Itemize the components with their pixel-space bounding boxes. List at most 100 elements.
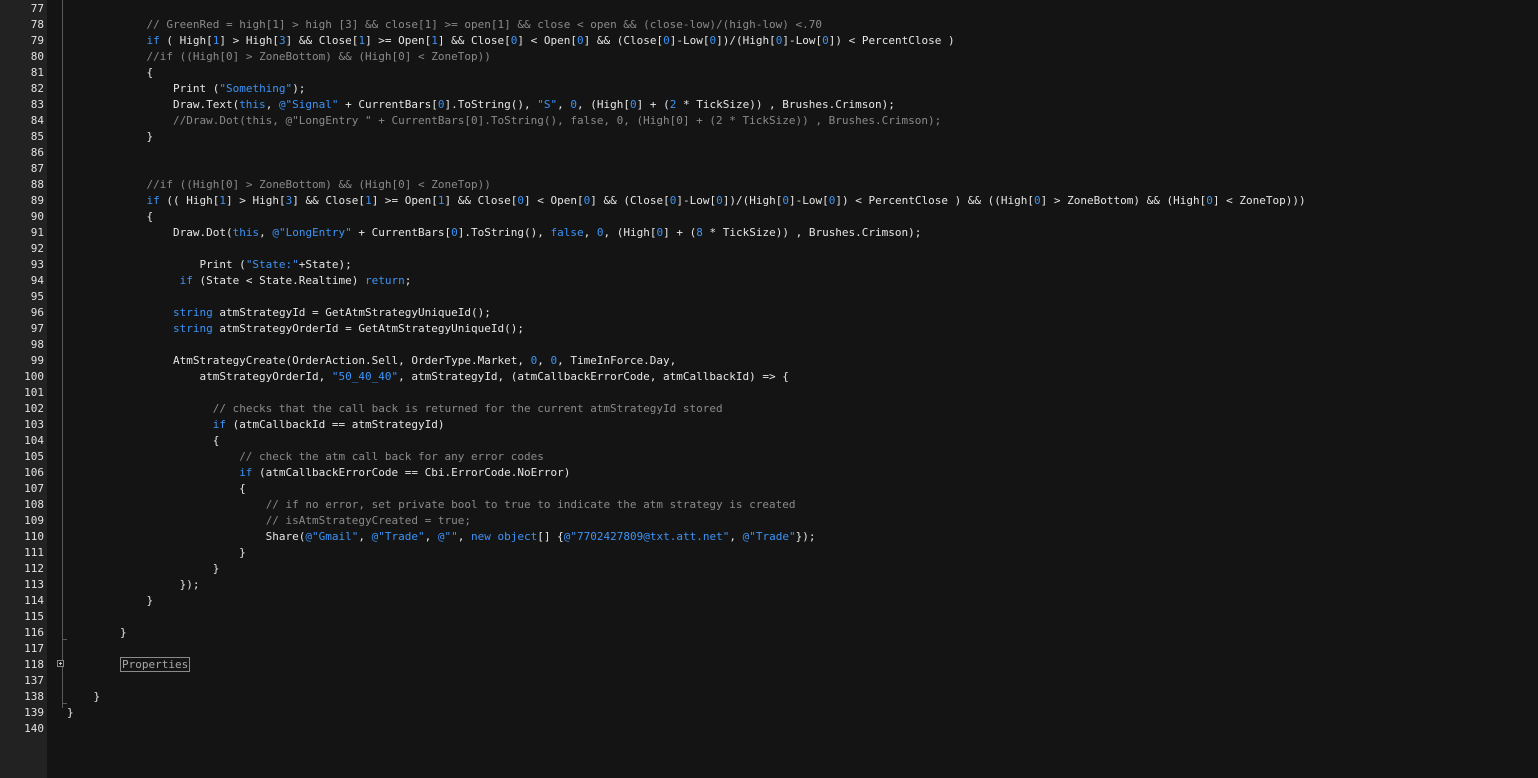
code-line[interactable]: 109 // isAtmStrategyCreated = true; xyxy=(0,513,1538,529)
code-text[interactable]: // checks that the call back is returned… xyxy=(67,401,723,417)
code-line[interactable]: 77 xyxy=(0,1,1538,17)
code-token: string xyxy=(172,306,213,319)
code-line[interactable]: 86 xyxy=(0,145,1538,161)
code-line[interactable]: 98 xyxy=(0,337,1538,353)
code-line[interactable]: 112 } xyxy=(0,561,1538,577)
code-line[interactable]: 90 { xyxy=(0,209,1538,225)
line-number: 140 xyxy=(24,722,44,735)
code-line[interactable]: 114 } xyxy=(0,593,1538,609)
code-line[interactable]: 89 if (( High[1] > High[3] && Close[1] >… xyxy=(0,193,1538,209)
code-line[interactable]: 140 xyxy=(0,721,1538,737)
code-line[interactable]: 117 xyxy=(0,641,1538,657)
code-line[interactable]: 84 //Draw.Dot(this, @"LongEntry " + Curr… xyxy=(0,113,1538,129)
code-text[interactable]: // check the atm call back for any error… xyxy=(67,449,544,465)
code-text[interactable]: if (State < State.Realtime) return; xyxy=(67,273,412,289)
code-text[interactable]: } xyxy=(67,593,153,609)
code-line[interactable]: 138 } xyxy=(0,689,1538,705)
code-text[interactable]: // if no error, set private bool to true… xyxy=(67,497,796,513)
code-token: , xyxy=(424,530,438,543)
code-line[interactable]: 139} xyxy=(0,705,1538,721)
code-text[interactable]: } xyxy=(67,545,246,561)
code-token: , (High[ xyxy=(603,226,657,239)
code-line[interactable]: 137 xyxy=(0,673,1538,689)
code-text[interactable]: } xyxy=(67,129,153,145)
code-line[interactable]: 82 Print ("Something"); xyxy=(0,81,1538,97)
code-text[interactable]: atmStrategyOrderId, "50_40_40", atmStrat… xyxy=(67,369,788,385)
code-token: , xyxy=(265,98,279,111)
code-line[interactable]: 88 //if ((High[0] > ZoneBottom) && (High… xyxy=(0,177,1538,193)
code-text[interactable]: Draw.Dot(this, @"LongEntry" + CurrentBar… xyxy=(67,225,921,241)
code-line[interactable]: 113 }); xyxy=(0,577,1538,593)
code-text[interactable]: } xyxy=(67,705,74,721)
code-line[interactable]: 110 Share(@"Gmail", @"Trade", @"", new o… xyxy=(0,529,1538,545)
code-text[interactable]: AtmStrategyCreate(OrderAction.Sell, Orde… xyxy=(67,353,676,369)
code-text[interactable]: Print ("State:"+State); xyxy=(67,257,351,273)
code-line[interactable]: 116 } xyxy=(0,625,1538,641)
code-text[interactable]: if (atmCallbackId == atmStrategyId) xyxy=(67,417,445,433)
code-line[interactable]: 99 AtmStrategyCreate(OrderAction.Sell, O… xyxy=(0,353,1538,369)
code-line[interactable]: 87 xyxy=(0,161,1538,177)
code-text[interactable]: Print ("Something"); xyxy=(67,81,305,97)
collapsed-region-properties[interactable]: Properties xyxy=(119,657,191,672)
code-text[interactable]: }); xyxy=(67,577,200,593)
code-token: ]) < PercentClose ) xyxy=(828,34,955,47)
code-line[interactable]: 108 // if no error, set private bool to … xyxy=(0,497,1538,513)
code-line[interactable]: 91 Draw.Dot(this, @"LongEntry" + Current… xyxy=(0,225,1538,241)
code-line[interactable]: 104 { xyxy=(0,433,1538,449)
code-line[interactable]: 111 } xyxy=(0,545,1538,561)
code-text[interactable]: if (( High[1] > High[3] && Close[1] >= O… xyxy=(67,193,1305,209)
code-line[interactable]: 79 if ( High[1] > High[3] && Close[1] >=… xyxy=(0,33,1538,49)
code-line[interactable]: 107 { xyxy=(0,481,1538,497)
code-line[interactable]: 118 Properties xyxy=(0,657,1538,673)
code-line[interactable]: 106 if (atmCallbackErrorCode == Cbi.Erro… xyxy=(0,465,1538,481)
code-text[interactable]: } xyxy=(67,689,100,705)
code-text[interactable]: } xyxy=(67,561,220,577)
code-text[interactable]: if (atmCallbackErrorCode == Cbi.ErrorCod… xyxy=(67,465,570,481)
code-text[interactable]: if ( High[1] > High[3] && Close[1] >= Op… xyxy=(67,33,955,49)
code-text[interactable]: //if ((High[0] > ZoneBottom) && (High[0]… xyxy=(67,49,490,65)
code-text[interactable]: Share(@"Gmail", @"Trade", @"", new objec… xyxy=(67,529,816,545)
code-token: + CurrentBars[ xyxy=(351,226,452,239)
code-line[interactable]: 102 // checks that the call back is retu… xyxy=(0,401,1538,417)
code-line[interactable]: 85 } xyxy=(0,129,1538,145)
code-line[interactable]: 78 // GreenRed = high[1] > high [3] && c… xyxy=(0,17,1538,33)
code-text[interactable]: { xyxy=(67,65,153,81)
code-text[interactable]: string atmStrategyOrderId = GetAtmStrate… xyxy=(67,321,524,337)
code-line[interactable]: 95 xyxy=(0,289,1538,305)
code-line[interactable]: 101 xyxy=(0,385,1538,401)
code-line[interactable]: 83 Draw.Text(this, @"Signal" + CurrentBa… xyxy=(0,97,1538,113)
code-line[interactable]: 96 string atmStrategyId = GetAtmStrategy… xyxy=(0,305,1538,321)
code-line[interactable]: 80 //if ((High[0] > ZoneBottom) && (High… xyxy=(0,49,1538,65)
code-line[interactable]: 92 xyxy=(0,241,1538,257)
code-text[interactable]: //Draw.Dot(this, @"LongEntry " + Current… xyxy=(67,113,941,129)
line-number: 106 xyxy=(24,466,44,479)
code-line[interactable]: 81 { xyxy=(0,65,1538,81)
code-line[interactable]: 105 // check the atm call back for any e… xyxy=(0,449,1538,465)
code-text[interactable]: Properties xyxy=(67,657,191,673)
code-editor[interactable]: 77 78 // GreenRed = high[1] > high [3] &&… xyxy=(0,0,1538,778)
code-text[interactable]: } xyxy=(67,625,127,641)
code-token: , TimeInForce.Day, xyxy=(557,354,677,367)
code-token: , xyxy=(457,530,472,543)
code-token: atmStrategyOrderId, xyxy=(67,370,332,383)
code-line[interactable]: 115 xyxy=(0,609,1538,625)
code-text[interactable]: { xyxy=(67,481,246,497)
code-line[interactable]: 103 if (atmCallbackId == atmStrategyId) xyxy=(0,417,1538,433)
code-text[interactable]: // isAtmStrategyCreated = true; xyxy=(67,513,471,529)
code-line[interactable]: 94 if (State < State.Realtime) return; xyxy=(0,273,1538,289)
code-line[interactable]: 93 Print ("State:"+State); xyxy=(0,257,1538,273)
line-number: 138 xyxy=(24,690,44,703)
line-number: 90 xyxy=(30,210,44,223)
code-line[interactable]: 100 atmStrategyOrderId, "50_40_40", atmS… xyxy=(0,369,1538,385)
code-line[interactable]: 97 string atmStrategyOrderId = GetAtmStr… xyxy=(0,321,1538,337)
code-text[interactable]: { xyxy=(67,433,220,449)
code-text[interactable]: // GreenRed = high[1] > high [3] && clos… xyxy=(67,17,822,33)
code-text[interactable]: Draw.Text(this, @"Signal" + CurrentBars[… xyxy=(67,97,895,113)
code-text[interactable]: //if ((High[0] > ZoneBottom) && (High[0]… xyxy=(67,177,490,193)
code-text[interactable]: { xyxy=(67,209,153,225)
code-text[interactable]: string atmStrategyId = GetAtmStrategyUni… xyxy=(67,305,491,321)
